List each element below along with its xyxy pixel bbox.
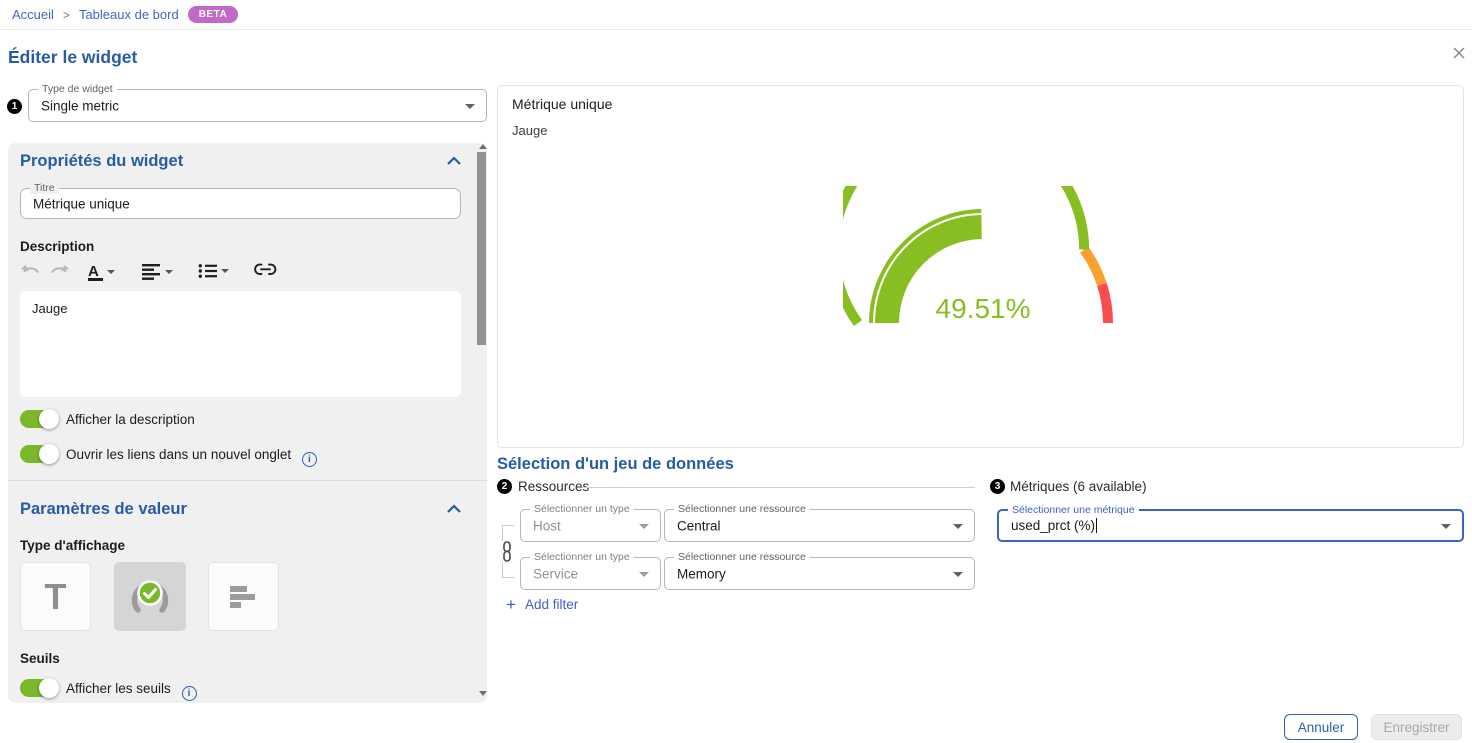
breadcrumb-separator-icon: > — [63, 8, 70, 22]
chevron-down-icon — [165, 270, 173, 274]
resource-connector-stub — [502, 525, 514, 526]
resource-type-select-2[interactable]: Sélectionner un type Service — [520, 557, 661, 590]
display-type-label: Type d'affichage — [20, 538, 125, 553]
gauge-display-icon — [127, 577, 173, 617]
edit-widget-page: Accueil > Tableaux de bord BETA Éditer l… — [0, 0, 1472, 743]
chevron-down-icon — [1441, 524, 1451, 529]
gauge-value: 49.51% — [936, 293, 1031, 324]
open-links-new-tab-label: Ouvrir les liens dans un nouvel onglet — [66, 447, 317, 467]
dataset-heading: Sélection d'un jeu de données — [497, 455, 734, 474]
beta-badge: BETA — [188, 6, 238, 23]
show-description-toggle[interactable] — [20, 410, 58, 428]
metric-select-value: used_prct (%) — [1011, 518, 1095, 533]
chevron-down-icon — [639, 524, 649, 529]
toggle-knob — [39, 409, 59, 429]
bar-chart-display-icon — [230, 585, 257, 609]
chevron-down-icon — [953, 524, 963, 529]
text-color-icon[interactable] — [88, 263, 115, 281]
link-resources-icon — [500, 541, 514, 562]
title-input-label: Titre — [30, 182, 59, 194]
align-icon[interactable] — [142, 263, 173, 280]
chevron-down-icon — [639, 572, 649, 577]
open-links-new-tab-toggle[interactable] — [20, 445, 58, 463]
info-icon[interactable] — [182, 686, 197, 701]
resource-connector-stub — [502, 577, 514, 578]
description-label: Description — [20, 239, 94, 254]
metric-select-label: Sélectionner une métrique — [1008, 504, 1139, 516]
undo-icon[interactable] — [20, 263, 41, 280]
chevron-down-icon — [465, 104, 475, 109]
scroll-down-icon[interactable] — [479, 691, 487, 696]
breadcrumb: Accueil > Tableaux de bord BETA — [0, 0, 1472, 30]
breadcrumb-dashboards-link[interactable]: Tableaux de bord — [79, 7, 179, 22]
gauge-chart: 49.51% — [843, 186, 1123, 332]
preview-subtitle: Jauge — [512, 123, 547, 138]
metrics-label: Métriques (6 available) — [1010, 479, 1147, 494]
text-display-icon — [45, 579, 67, 615]
resource-value-2: Memory — [677, 566, 726, 581]
display-type-options — [8, 562, 487, 631]
richtext-toolbar — [20, 263, 320, 287]
resource-type-select-1[interactable]: Sélectionner un type Host — [520, 509, 661, 542]
toggle-knob — [39, 444, 59, 464]
widget-type-select[interactable]: Type de widget Single metric — [28, 89, 487, 122]
info-icon[interactable] — [302, 452, 317, 467]
resource-label-1: Sélectionner une ressource — [674, 503, 810, 515]
display-option-gauge[interactable] — [114, 562, 186, 631]
title-input[interactable]: Titre Métrique unique — [20, 188, 461, 219]
widget-properties-panel: Propriétés du widget Titre Métrique uniq… — [8, 143, 487, 703]
page-title: Éditer le widget — [8, 47, 137, 68]
widget-type-value: Single metric — [41, 98, 119, 113]
collapse-properties-icon[interactable] — [446, 156, 462, 166]
step-3-badge: 3 — [990, 479, 1005, 494]
thresholds-label: Seuils — [20, 651, 60, 666]
resource-type-label-1: Sélectionner un type — [530, 503, 634, 515]
widget-preview-panel: Métrique unique Jauge 49.51% — [497, 85, 1464, 448]
show-thresholds-label: Afficher les seuils — [66, 681, 197, 701]
toggle-knob — [39, 678, 59, 698]
save-button[interactable]: Enregistrer — [1371, 714, 1462, 740]
add-filter-label: Add filter — [525, 597, 578, 612]
add-filter-button[interactable]: Add filter — [506, 596, 578, 613]
widget-type-label: Type de widget — [38, 83, 117, 95]
resource-select-1[interactable]: Sélectionner une ressource Central — [664, 509, 975, 542]
chevron-down-icon — [221, 269, 229, 273]
show-description-label: Afficher la description — [66, 412, 195, 427]
link-icon[interactable] — [254, 263, 277, 276]
chevron-down-icon — [107, 270, 115, 274]
show-thresholds-toggle[interactable] — [20, 679, 58, 697]
chevron-down-icon — [953, 572, 963, 577]
breadcrumb-home-link[interactable]: Accueil — [12, 7, 54, 22]
value-params-heading: Paramètres de valeur — [20, 500, 187, 519]
display-option-bar-chart[interactable] — [208, 562, 279, 631]
resource-type-value-1: Host — [533, 518, 561, 533]
title-input-value: Métrique unique — [33, 196, 130, 211]
list-icon[interactable] — [198, 263, 229, 279]
metric-select[interactable]: Sélectionner une métrique used_prct (%) — [997, 509, 1464, 542]
resource-label-2: Sélectionner une ressource — [674, 551, 810, 563]
resource-select-2[interactable]: Sélectionner une ressource Memory — [664, 557, 975, 590]
resources-divider — [582, 487, 975, 488]
redo-icon[interactable] — [49, 263, 70, 280]
resources-label: Ressources — [518, 479, 589, 494]
scroll-up-icon[interactable] — [479, 144, 487, 149]
resource-type-value-2: Service — [533, 566, 578, 581]
scrollbar-thumb[interactable] — [477, 152, 486, 345]
resource-type-label-2: Sélectionner un type — [530, 551, 634, 563]
plus-icon — [506, 596, 516, 613]
preview-title: Métrique unique — [512, 96, 612, 112]
cancel-button[interactable]: Annuler — [1284, 714, 1358, 740]
display-option-text[interactable] — [20, 562, 91, 631]
description-textarea[interactable]: Jauge — [20, 291, 461, 397]
resource-value-1: Central — [677, 518, 721, 533]
section-divider — [8, 480, 487, 481]
description-text: Jauge — [32, 301, 67, 316]
step-1-badge: 1 — [7, 99, 22, 114]
step-2-badge: 2 — [497, 479, 512, 494]
close-icon[interactable] — [1450, 44, 1468, 62]
collapse-value-params-icon[interactable] — [446, 504, 462, 514]
properties-heading: Propriétés du widget — [20, 152, 183, 171]
text-cursor — [1096, 518, 1097, 533]
